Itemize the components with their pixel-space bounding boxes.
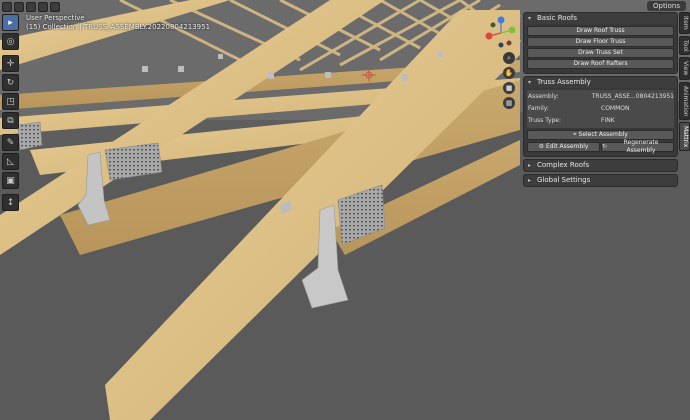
draw-roof-truss-button[interactable]: Draw Roof Truss	[527, 26, 674, 36]
collection-info: (15) Collection | TRUSS_ASSEMBLY.2022080…	[26, 23, 211, 31]
assembly-row: Assembly: TRUSS_ASSE...0804213951	[527, 91, 674, 103]
truss-assembly-panel: ▾ Truss Assembly Assembly: TRUSS_ASSE...…	[523, 76, 678, 157]
gusset-plate	[17, 121, 43, 151]
chevron-down-icon: ▾	[528, 79, 532, 86]
chevron-right-icon: ▸	[528, 177, 532, 184]
zoom-icon[interactable]: ⌕	[503, 52, 515, 64]
basic-roofs-header[interactable]: ▾ Basic Roofs	[524, 13, 677, 24]
family-value: COMMON	[601, 105, 630, 112]
measure-tool-icon[interactable]: ◺	[2, 153, 19, 170]
3d-viewport[interactable]: Options User Perspective (15) Collection…	[0, 0, 690, 420]
global-settings-header[interactable]: ▸ Global Settings	[524, 175, 677, 186]
tab-mattrix[interactable]: Mattrix	[679, 122, 690, 152]
pan-hand-icon[interactable]: ✋	[503, 67, 515, 79]
scale-tool-icon[interactable]: ◳	[2, 93, 19, 110]
options-button[interactable]: Options	[646, 1, 686, 11]
chevron-down-icon: ▾	[528, 15, 532, 22]
truss-assembly-header[interactable]: ▾ Truss Assembly	[524, 77, 677, 88]
sidebar-panel: ▾ Basic Roofs Draw Roof Truss Draw Floor…	[523, 12, 678, 187]
shrink-tool-icon[interactable]: ↕	[2, 194, 19, 211]
truss-type-row: Truss Type: FINK	[527, 115, 674, 127]
basic-roofs-panel: ▾ Basic Roofs Draw Roof Truss Draw Floor…	[523, 12, 678, 74]
draw-roof-rafters-button[interactable]: Draw Roof Rafters	[527, 59, 674, 69]
viewport-navigation: ⌕ ✋ ■ ▦	[503, 52, 517, 112]
rotate-tool-icon[interactable]: ↻	[2, 74, 19, 91]
add-cube-tool-icon[interactable]: ▣	[2, 172, 19, 189]
assembly-value: TRUSS_ASSE...0804213951	[591, 93, 674, 100]
tab-tool[interactable]: Tool	[679, 35, 690, 56]
viewport-info: User Perspective (15) Collection | TRUSS…	[26, 14, 210, 32]
select-box-tool-icon[interactable]: ▸	[2, 14, 19, 31]
truss-type-value: FINK	[601, 117, 615, 124]
draw-truss-set-button[interactable]: Draw Truss Set	[527, 48, 674, 58]
regenerate-assembly-button[interactable]: ↻ Regenerate Assembly	[601, 139, 674, 154]
view-name: User Perspective	[26, 14, 85, 22]
annotate-tool-icon[interactable]: ✎	[2, 134, 19, 151]
gear-icon: ⚙	[538, 143, 544, 150]
assembly-info: Assembly: TRUSS_ASSE...0804213951 Family…	[527, 90, 674, 128]
refresh-icon: ↻	[602, 143, 608, 150]
grid-icon[interactable]: ▦	[503, 97, 515, 109]
select-extend-icon[interactable]	[26, 2, 36, 12]
select-invert-icon[interactable]	[50, 2, 60, 12]
cursor-tool-icon[interactable]: ◎	[2, 33, 19, 50]
viewport-header: Options	[0, 0, 690, 12]
tab-animation[interactable]: Animation	[679, 81, 690, 121]
move-tool-icon[interactable]: ✛	[2, 55, 19, 72]
complex-roofs-panel: ▸ Complex Roofs	[523, 159, 678, 172]
camera-icon[interactable]: ■	[503, 82, 515, 94]
chevron-right-icon: ▸	[528, 162, 532, 169]
transform-tool-icon[interactable]: ⧉	[2, 112, 19, 129]
complex-roofs-header[interactable]: ▸ Complex Roofs	[524, 160, 677, 171]
select-box-icon[interactable]	[14, 2, 24, 12]
select-subtract-icon[interactable]	[38, 2, 48, 12]
tool-shelf: ▸ ◎ ✛ ↻ ◳ ⧉ ✎ ◺ ▣ ↕	[2, 14, 19, 213]
cursor-icon: ⌖	[573, 131, 577, 138]
tab-item[interactable]: Item	[679, 12, 690, 34]
sidebar-tabs: Item Tool View Animation Mattrix	[679, 12, 690, 153]
edit-assembly-button[interactable]: ⚙ Edit Assembly	[527, 142, 600, 152]
global-settings-panel: ▸ Global Settings	[523, 174, 678, 187]
tab-view[interactable]: View	[679, 57, 690, 80]
family-row: Family: COMMON	[527, 103, 674, 115]
view-icon[interactable]	[2, 2, 12, 12]
draw-floor-truss-button[interactable]: Draw Floor Truss	[527, 37, 674, 47]
navigation-gizmo[interactable]	[484, 16, 518, 50]
